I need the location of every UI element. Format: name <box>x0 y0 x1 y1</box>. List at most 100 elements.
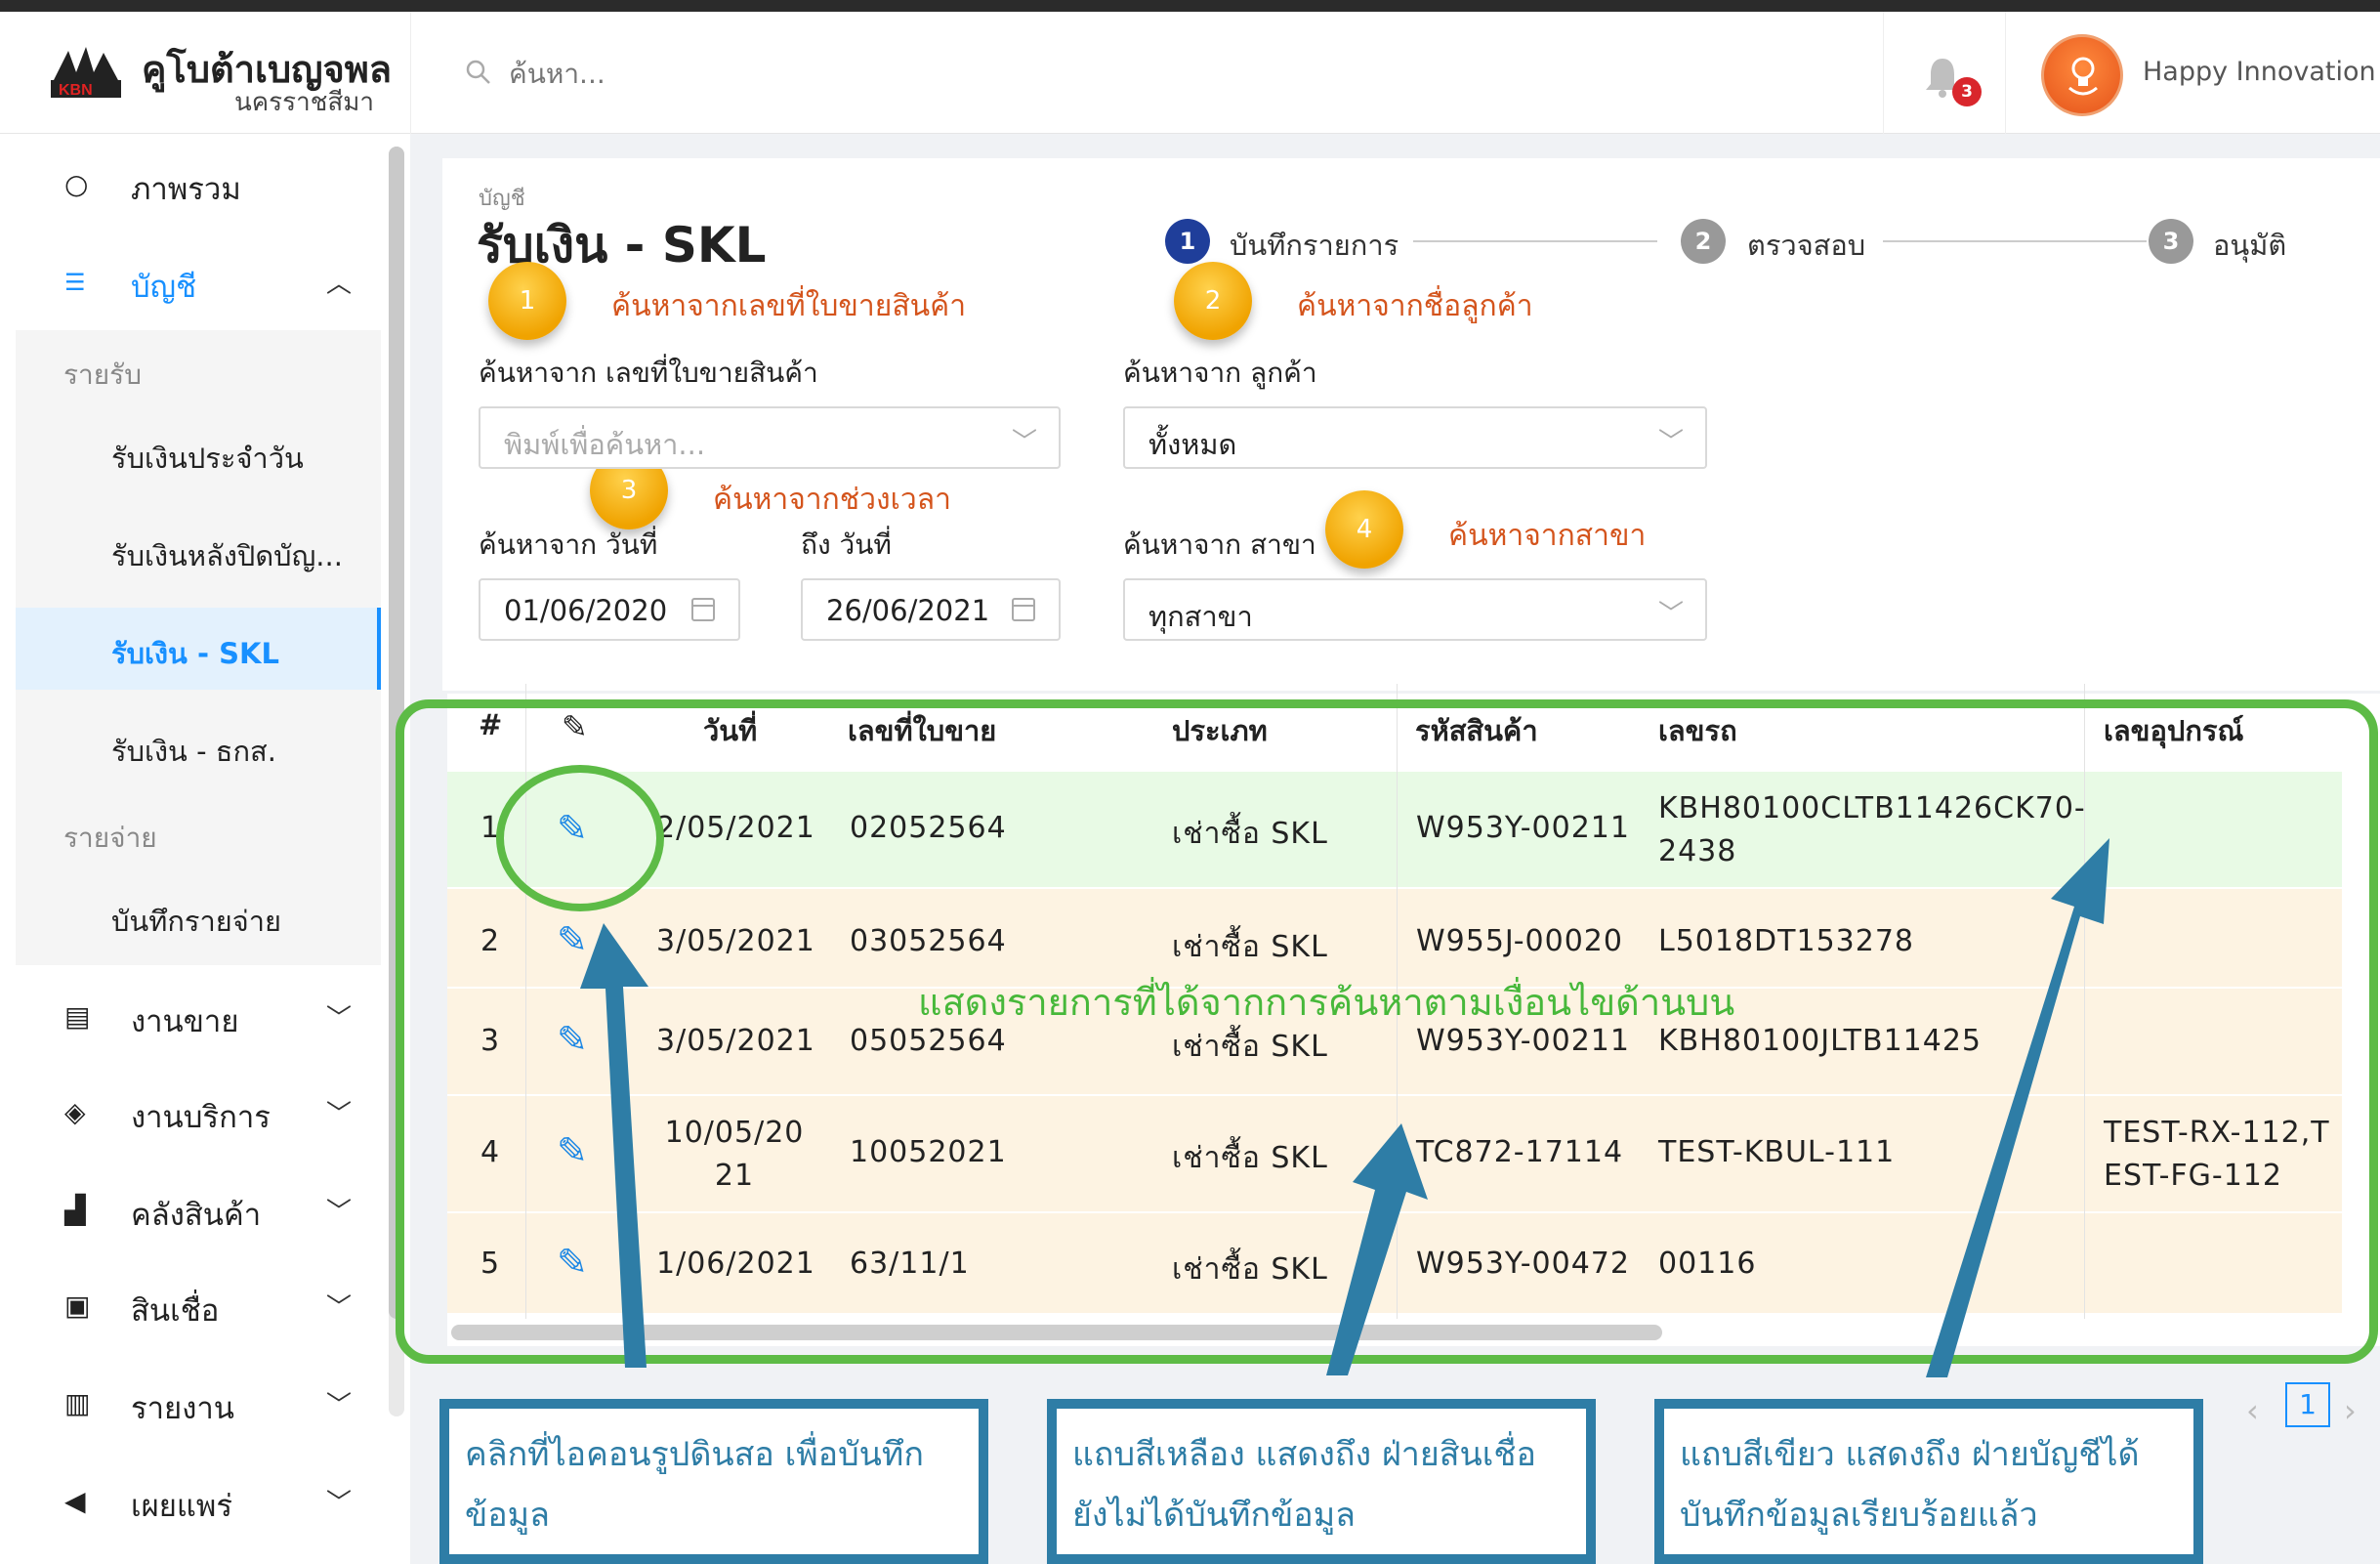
sidebar-subitem-label: รับเงินหลังปิดบัญ... <box>111 539 343 572</box>
date-to-label: ถึง วันที่ <box>801 528 892 561</box>
row-invoice: 63/11/1 <box>850 1247 970 1281</box>
sidebar-item-report[interactable]: ▥ รายงาน ﹀ <box>16 1356 381 1450</box>
pager-prev-icon[interactable]: ‹ <box>2246 1392 2259 1429</box>
chevron-down-icon: ﹀ <box>326 1293 353 1323</box>
annotation-marker-2: 2 <box>1174 262 1252 340</box>
sidebar-item-overview[interactable]: ○ ภาพรวม <box>16 137 381 231</box>
column-header-type[interactable]: ประเภท <box>1172 708 1268 753</box>
column-header-invoice[interactable]: เลขที่ใบขาย <box>848 708 996 753</box>
search-input[interactable] <box>509 51 1388 96</box>
sidebar-item-credit[interactable]: ▣ สินเชื่อ ﹀ <box>16 1258 381 1352</box>
chevron-down-icon: ﹀ <box>326 1489 353 1518</box>
column-header-index: # <box>479 708 503 741</box>
user-menu[interactable]: Happy Innovation ▾ <box>2006 12 2380 134</box>
top-bar-line <box>0 0 2380 12</box>
pager-next-icon[interactable]: › <box>2344 1392 2357 1429</box>
sidebar-subitem-record-expense[interactable]: บันทึกรายจ่าย <box>16 875 381 957</box>
store-icon: ▤ <box>64 1000 91 1033</box>
annotation-marker-1: 1 <box>488 262 566 340</box>
row-type: เช่าซื้อ SKL <box>1172 817 1328 851</box>
date-to-picker[interactable]: 26/06/2021 <box>801 578 1061 641</box>
sidebar-item-label: งานบริการ <box>131 1100 271 1135</box>
lightbulb-icon <box>2068 57 2098 96</box>
tag-icon: ◈ <box>64 1096 86 1128</box>
invoice-filter-label: ค้นหาจาก เลขที่ใบขายสินค้า <box>479 357 818 389</box>
report-icon: ▥ <box>64 1387 91 1419</box>
step-2-label: ตรวจสอบ <box>1747 229 1866 262</box>
sidebar-item-label: สินเชื่อ <box>131 1293 220 1329</box>
user-name: Happy Innovation ▾ <box>2143 57 2376 87</box>
sidebar-subitem-after-close-receipt[interactable]: รับเงินหลังปิดบัญ... <box>16 510 381 592</box>
row-date: 3/05/2021 <box>656 924 815 958</box>
ledger-icon: ☰ <box>64 269 86 296</box>
row-type: เช่าซื้อ SKL <box>1172 930 1328 964</box>
row-type: เช่าซื้อ SKL <box>1172 1141 1328 1175</box>
pager-page[interactable]: 1 <box>2285 1382 2330 1427</box>
table-row: 4 ✎ 10/05/2021 10052021 เช่าซื้อ SKL TC8… <box>447 1096 2342 1211</box>
pencil-edit-icon[interactable]: ✎ <box>557 918 600 961</box>
date-from-value: 01/06/2020 <box>504 594 668 627</box>
row-type: เช่าซื้อ SKL <box>1172 1252 1328 1287</box>
callout-green-meaning: แถบสีเขียว แสดงถึง ฝ่ายบัญชีได้บันทึกข้อ… <box>1654 1399 2203 1564</box>
search-icon <box>466 60 490 84</box>
sidebar-subitem-label: รับเงิน - SKL <box>111 637 279 670</box>
row-date: 10/05/2021 <box>664 1116 805 1193</box>
global-search <box>410 12 1885 134</box>
row-index: 2 <box>480 924 501 958</box>
briefcase-icon: ▣ <box>64 1289 91 1322</box>
calendar-icon <box>691 598 715 621</box>
step-3-label: อนุมัติ <box>2213 229 2287 262</box>
chevron-down-icon: ﹀ <box>326 1004 353 1034</box>
brand-logo-area[interactable]: KBN คูโบต้าเบญจพล นครราชสีมา <box>0 12 410 134</box>
sidebar-item-label: บัญชี <box>131 270 197 305</box>
step-2-number: 2 <box>1681 219 1726 264</box>
invoice-search-placeholder: พิมพ์เพื่อค้นหา... <box>504 428 706 461</box>
row-product-code: W953Y-00472 <box>1416 1247 1630 1281</box>
row-product-code: W953Y-00211 <box>1416 811 1630 845</box>
sidebar-item-label: รายงาน <box>131 1391 234 1426</box>
pencil-header-icon: ✎ <box>562 708 588 745</box>
table-horizontal-scrollbar[interactable] <box>451 1325 1662 1340</box>
invoice-search-select[interactable]: พิมพ์เพื่อค้นหา... ﹀ <box>479 406 1061 469</box>
sidebar-item-label: เผยแพร่ <box>131 1489 232 1524</box>
notification-button[interactable]: 3 <box>1883 12 2006 134</box>
column-header-date[interactable]: วันที่ <box>703 708 757 753</box>
brand-subtitle: นครราชสีมา <box>234 88 374 117</box>
sidebar-item-warehouse[interactable]: ▟ คลังสินค้า ﹀ <box>16 1162 381 1256</box>
callout-yellow-meaning: แถบสีเหลือง แสดงถึง ฝ่ายสินเชื่อยังไม่ได… <box>1047 1399 1596 1564</box>
pencil-edit-icon[interactable]: ✎ <box>557 1018 600 1061</box>
row-invoice: 10052021 <box>850 1135 1007 1169</box>
notification-badge: 3 <box>1952 77 1982 106</box>
sidebar-subitem-baac-receipt[interactable]: รับเงิน - ธกส. <box>16 705 381 787</box>
customer-select[interactable]: ทั้งหมด ﹀ <box>1123 406 1707 469</box>
branch-select[interactable]: ทุกสาขา ﹀ <box>1123 578 1707 641</box>
customer-select-value: ทั้งหมด <box>1148 428 1237 461</box>
warehouse-icon: ▟ <box>64 1194 86 1226</box>
step-1-number: 1 <box>1165 219 1210 264</box>
branch-filter-label: ค้นหาจาก สาขา <box>1123 528 1316 561</box>
sidebar-subitem-daily-receipt[interactable]: รับเงินประจำวัน <box>16 412 381 494</box>
chevron-down-icon: ﹀ <box>326 1198 353 1227</box>
row-product-code: TC872-17114 <box>1416 1135 1624 1169</box>
sidebar-scrollbar-thumb[interactable] <box>389 147 404 1319</box>
branch-select-value: ทุกสาขา <box>1148 600 1253 633</box>
sidebar-subitem-label: รับเงิน - ธกส. <box>111 735 276 768</box>
date-from-picker[interactable]: 01/06/2020 <box>479 578 740 641</box>
date-to-value: 26/06/2021 <box>826 594 990 627</box>
pencil-edit-icon[interactable]: ✎ <box>557 1129 600 1172</box>
sidebar-item-sales[interactable]: ▤ งานขาย ﹀ <box>16 969 381 1063</box>
sidebar-subitem-skl-receipt[interactable]: รับเงิน - SKL <box>16 608 381 690</box>
column-header-device-no[interactable]: เลขอุปกรณ์ <box>2104 708 2243 753</box>
sidebar-item-publish[interactable]: ◀ เผยแพร่ ﹀ <box>16 1454 381 1547</box>
sidebar-item-service[interactable]: ◈ งานบริการ ﹀ <box>16 1065 381 1159</box>
pencil-edit-icon[interactable]: ✎ <box>557 1241 600 1284</box>
row-date: 3/05/2021 <box>656 1024 815 1058</box>
column-header-product-code[interactable]: รหัสสินค้า <box>1415 708 1538 753</box>
row-vehicle-no: TEST-KBUL-111 <box>1658 1135 1896 1169</box>
sidebar-subitem-label: รับเงินประจำวัน <box>111 442 304 475</box>
sidebar-item-account[interactable]: ☰ บัญชี ︿ <box>16 234 381 328</box>
svg-text:KBN: KBN <box>59 82 93 99</box>
row-device-no: TEST-RX-112,TEST-FG-112 <box>2104 1116 2330 1193</box>
column-header-vehicle-no[interactable]: เลขรถ <box>1658 708 1737 753</box>
annotation-note-4: ค้นหาจากสาขา <box>1448 519 1647 553</box>
